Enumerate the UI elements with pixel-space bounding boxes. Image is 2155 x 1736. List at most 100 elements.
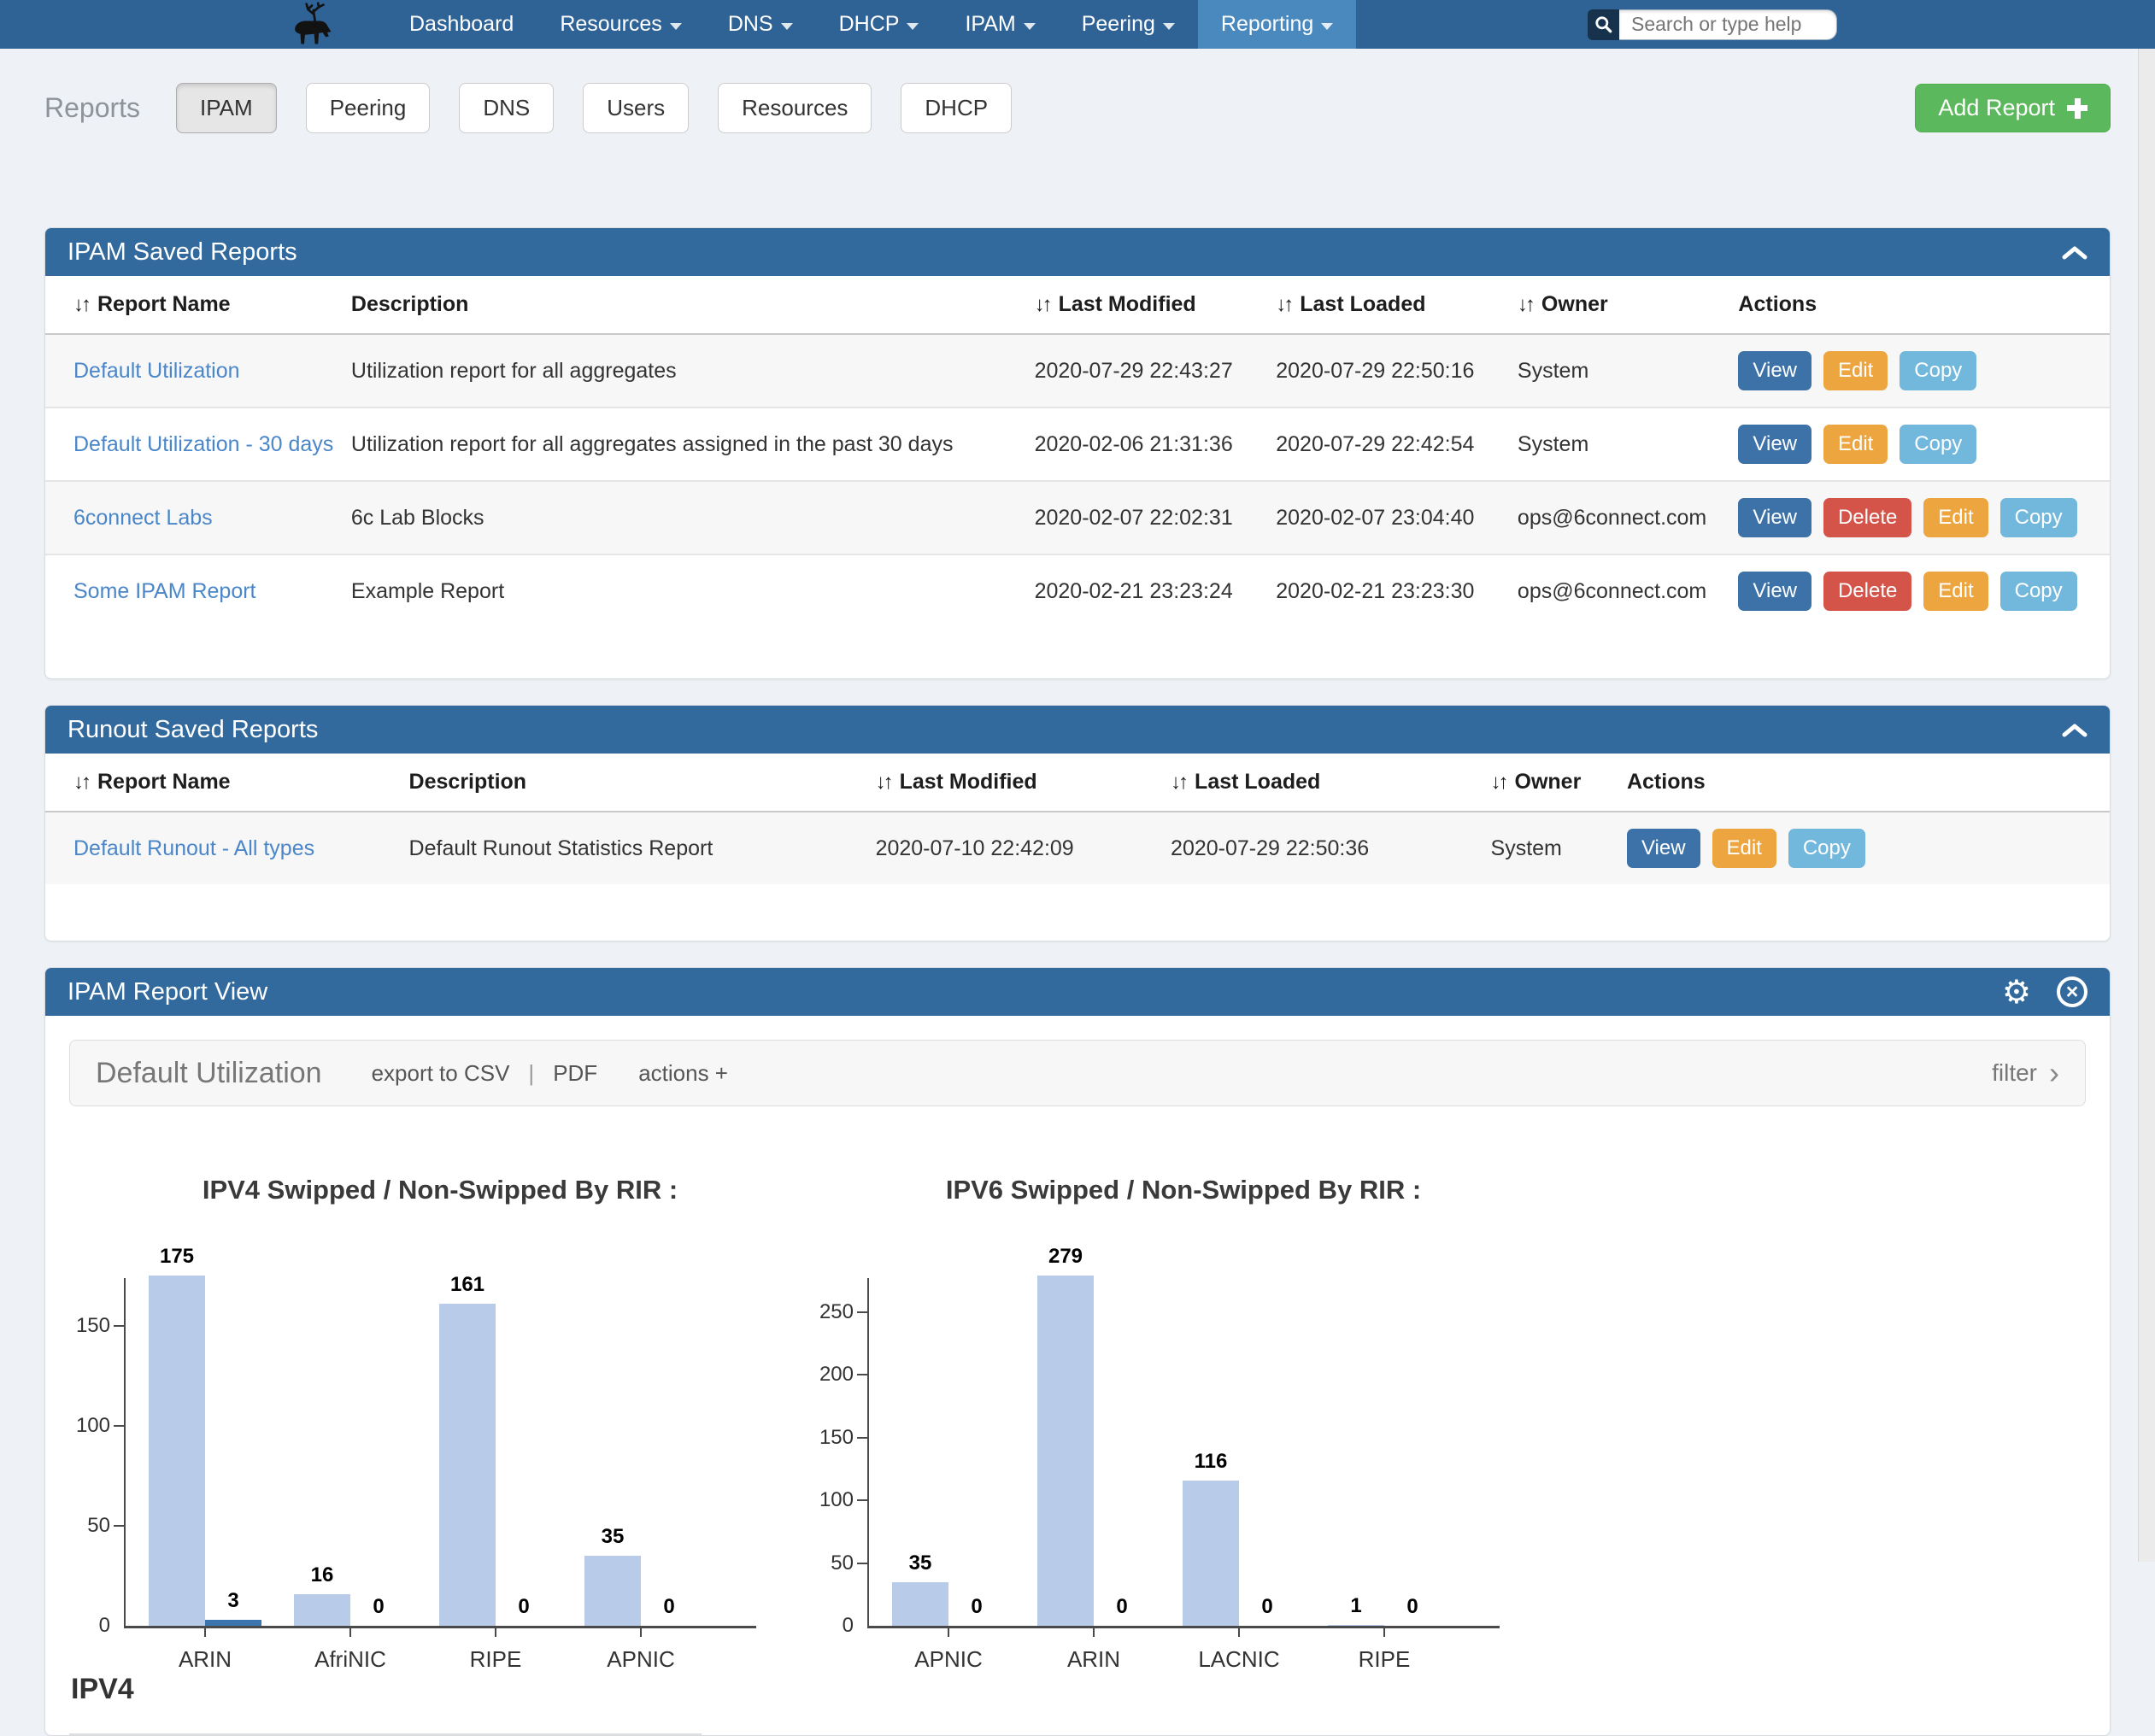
copy-button[interactable]: Copy [1900,351,1976,390]
report-name-link[interactable]: Default Utilization - 30 days [73,432,333,456]
edit-button[interactable]: Edit [1712,829,1776,868]
owner: ops@6connect.com [1509,481,1730,554]
delete-button[interactable]: Delete [1823,498,1911,537]
report-name-link[interactable]: 6connect Labs [73,506,213,530]
column-label: Owner [1515,770,1582,794]
collapse-chevron-up-icon[interactable] [2062,245,2087,260]
column-label: Last Modified [1059,292,1196,316]
collapse-chevron-up-icon[interactable] [2062,723,2087,737]
column-header-actions: Actions [1618,754,2110,812]
tab-peering[interactable]: Peering [306,83,431,133]
nav-label: DNS [728,12,773,37]
search-icon[interactable] [1588,9,1619,40]
edit-button[interactable]: Edit [1923,572,1988,611]
export-csv-link[interactable]: export to CSV [372,1060,510,1087]
last-loaded: 2020-02-21 23:23:30 [1267,554,1509,627]
chevron-down-icon [1321,23,1333,30]
top-nav-bar: Dashboard Resources DNS DHCP IPAM Peerin… [0,0,2155,49]
owner: ops@6connect.com [1509,554,1730,627]
tab-users[interactable]: Users [583,83,689,133]
delete-button[interactable]: Delete [1823,572,1911,611]
report-description: Utilization report for all aggregates as… [343,408,1026,481]
copy-button[interactable]: Copy [2000,572,2077,611]
report-description: Utilization report for all aggregates [343,334,1026,408]
bar-value-label: 161 [439,1273,496,1297]
copy-button[interactable]: Copy [1788,829,1865,868]
bar-value-label: 0 [1094,1595,1150,1619]
copy-button[interactable]: Copy [2000,498,2077,537]
column-label: Last Loaded [1300,292,1425,316]
bar-group-APNIC: 350APNIC [876,1278,1021,1626]
close-icon[interactable]: × [2057,976,2087,1007]
view-button[interactable]: View [1738,351,1811,390]
nav-item-resources[interactable]: Resources [537,0,705,49]
edit-button[interactable]: Edit [1823,425,1888,464]
nav-item-dhcp[interactable]: DHCP [816,0,942,49]
tab-resources[interactable]: Resources [718,83,872,133]
bar-swipped [892,1582,948,1626]
x-axis-tick-mark [204,1628,206,1637]
y-axis-tick-mark [114,1425,125,1427]
vertical-scrollbar[interactable] [2138,49,2155,1562]
bar-swipped [439,1304,496,1626]
bar-slot: 116 [1183,1278,1239,1626]
owner: System [1483,812,1618,884]
bar-non-swipped [205,1620,261,1626]
y-axis-tick-mark [857,1437,868,1439]
bar-value-label: 1 [1328,1594,1384,1618]
export-pdf-link[interactable]: PDF [553,1060,597,1087]
column-header-report-name[interactable]: ↓↑Report Name [45,276,343,334]
filter-toggle[interactable]: filter › [1992,1059,2059,1087]
y-axis-tick-label: 100 [69,1416,110,1436]
global-search [1588,9,1837,40]
nav-item-reporting[interactable]: Reporting [1198,0,1356,49]
nav-item-peering[interactable]: Peering [1059,0,1198,49]
panel-bottom-padding [45,884,2110,941]
edit-button[interactable]: Edit [1923,498,1988,537]
bar-group-APNIC: 350APNIC [568,1278,713,1626]
sort-icon: ↓↑ [1518,293,1533,316]
view-button[interactable]: View [1738,572,1811,611]
moose-logo-icon[interactable] [289,2,335,48]
report-name-link[interactable]: Some IPAM Report [73,579,256,603]
y-axis-tick-label: 50 [813,1553,854,1574]
report-description: Default Runout Statistics Report [401,812,867,884]
gear-icon[interactable]: ⚙ [2002,976,2031,1008]
x-axis-category-label: AfriNIC [278,1646,423,1673]
bar-swipped [1328,1625,1384,1626]
report-name-link[interactable]: Default Runout - All types [73,836,314,860]
search-input[interactable] [1619,9,1837,40]
nav-item-ipam[interactable]: IPAM [942,0,1058,49]
nav-menu: Dashboard Resources DNS DHCP IPAM Peerin… [386,0,1356,49]
tab-dns[interactable]: DNS [459,83,554,133]
tab-ipam[interactable]: IPAM [176,83,277,133]
ipam-saved-reports-table: ↓↑Report Name Description ↓↑Last Modifie… [45,276,2110,627]
actions-menu-link[interactable]: actions + [638,1060,728,1087]
tab-dhcp[interactable]: DHCP [901,83,1012,133]
bar-swipped [294,1594,350,1626]
view-button[interactable]: View [1738,425,1811,464]
nav-item-dns[interactable]: DNS [705,0,816,49]
column-header-owner[interactable]: ↓↑Owner [1509,276,1730,334]
bar-swipped [1183,1481,1239,1626]
add-report-button[interactable]: Add Report [1915,84,2111,132]
report-title: Default Utilization [96,1057,322,1090]
view-button[interactable]: View [1738,498,1811,537]
table-row: Default Utilization Utilization report f… [45,334,2110,408]
nav-item-dashboard[interactable]: Dashboard [386,0,537,49]
view-button[interactable]: View [1627,829,1700,868]
bar-slot: 16 [294,1278,350,1626]
bar-slot: 161 [439,1278,496,1626]
column-header-last-loaded[interactable]: ↓↑Last Loaded [1162,754,1482,812]
column-header-last-modified[interactable]: ↓↑Last Modified [1026,276,1268,334]
table-row: Default Runout - All types Default Runou… [45,812,2110,884]
report-name-link[interactable]: Default Utilization [73,359,240,383]
copy-button[interactable]: Copy [1900,425,1976,464]
column-header-last-modified[interactable]: ↓↑Last Modified [867,754,1162,812]
column-header-owner[interactable]: ↓↑Owner [1483,754,1618,812]
x-axis-tick-mark [349,1628,351,1637]
nav-label: Reporting [1221,12,1313,37]
edit-button[interactable]: Edit [1823,351,1888,390]
column-header-report-name[interactable]: ↓↑Report Name [45,754,401,812]
column-header-last-loaded[interactable]: ↓↑Last Loaded [1267,276,1509,334]
